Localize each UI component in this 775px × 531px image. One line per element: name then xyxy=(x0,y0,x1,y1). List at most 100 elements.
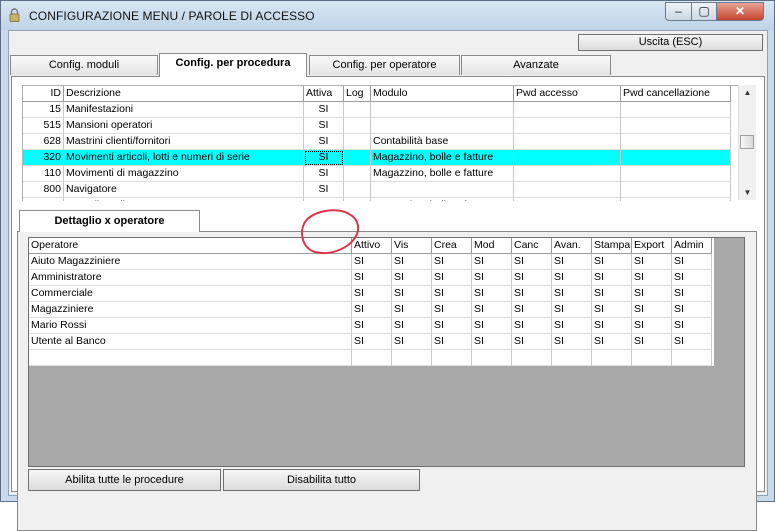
column-header-id[interactable]: ID xyxy=(23,86,64,102)
cell-descrizione[interactable]: Movimenti articoli, lotti e numeri di se… xyxy=(64,150,304,166)
cell-export[interactable]: SI xyxy=(632,270,672,286)
cell-pwd-accesso[interactable] xyxy=(514,134,621,150)
cell-modulo[interactable]: Magazzino, bolle e fatture xyxy=(371,150,514,166)
scroll-down-icon[interactable]: ▼ xyxy=(739,185,756,200)
minimize-button[interactable]: – xyxy=(665,2,692,21)
cell-stampa[interactable]: SI xyxy=(592,286,632,302)
cell-crea[interactable]: SI xyxy=(432,270,472,286)
enable-all-procedures-button[interactable]: Abilita tutte le procedure xyxy=(28,469,221,491)
cell-mod[interactable]: SI xyxy=(472,302,512,318)
table-row[interactable]: Utente al Banco SI SI SI SI SI SI SI SI SI xyxy=(29,334,714,350)
cell-operatore[interactable]: Utente al Banco xyxy=(29,334,352,350)
cell-id[interactable]: 110 xyxy=(23,166,64,182)
table-row[interactable]: Commerciale SI SI SI SI SI SI SI SI SI xyxy=(29,286,714,302)
title-bar[interactable]: CONFIGURAZIONE MENU / PAROLE DI ACCESSO … xyxy=(1,1,774,30)
cell-attivo[interactable]: SI xyxy=(352,286,392,302)
cell-pwd-accesso[interactable] xyxy=(514,118,621,134)
cell-operatore[interactable]: Aiuto Magazziniere xyxy=(29,254,352,270)
column-header-modulo[interactable]: Modulo xyxy=(371,86,514,102)
column-header-export[interactable]: Export xyxy=(632,238,672,254)
column-header-mod[interactable]: Mod xyxy=(472,238,512,254)
cell-log[interactable] xyxy=(344,198,371,201)
table-row[interactable]: 628 Mastrini clienti/fornitori SI Contabili… xyxy=(23,134,738,150)
column-header-attiva[interactable]: Attiva xyxy=(304,86,344,102)
cell-pwd-accesso[interactable] xyxy=(514,182,621,198)
operators-grid[interactable]: Operatore Attivo Vis Crea Mod Canc Avan.… xyxy=(29,238,714,366)
column-header-canc[interactable]: Canc xyxy=(512,238,552,254)
cell-vis[interactable]: SI xyxy=(392,334,432,350)
cell-descrizione[interactable]: Mastrini clienti/fornitori xyxy=(64,134,304,150)
cell-operatore[interactable]: Amministratore xyxy=(29,270,352,286)
table-row[interactable]: 515 Mansioni operatori SI xyxy=(23,118,738,134)
cell-admin[interactable]: SI xyxy=(672,286,712,302)
table-row[interactable]: 110 Movimenti di magazzino SI Magazzino, bo… xyxy=(23,166,738,182)
cell-stampa[interactable]: SI xyxy=(592,254,632,270)
column-header-pwd-cancellazione[interactable]: Pwd cancellazione xyxy=(621,86,731,102)
cell-log[interactable] xyxy=(344,166,371,182)
cell-crea[interactable]: SI xyxy=(432,318,472,334)
cell-pwd-cancellazione[interactable] xyxy=(621,102,731,118)
cell-pwd-accesso[interactable] xyxy=(514,102,621,118)
column-header-stampa[interactable]: Stampa xyxy=(592,238,632,254)
cell-avan[interactable]: SI xyxy=(552,254,592,270)
cell-operatore[interactable] xyxy=(29,350,352,366)
cell-export[interactable]: SI xyxy=(632,254,672,270)
cell-log[interactable] xyxy=(344,150,371,166)
cell-canc[interactable]: SI xyxy=(512,302,552,318)
procedures-scrollbar[interactable]: ▲ ▼ xyxy=(738,85,756,200)
cell-attivo[interactable]: SI xyxy=(352,334,392,350)
cell-attiva[interactable]: SI xyxy=(304,150,344,166)
cell-modulo[interactable]: Magazzino, bolle e fatture xyxy=(371,166,514,182)
cell-crea[interactable]: SI xyxy=(432,254,472,270)
procedures-grid[interactable]: ID Descrizione Attiva Log Modulo Pwd acc… xyxy=(22,85,738,201)
cell-vis[interactable]: SI xyxy=(392,318,432,334)
cell-descrizione[interactable]: Note di credito xyxy=(64,198,304,201)
cell-crea[interactable]: SI xyxy=(432,286,472,302)
column-header-crea[interactable]: Crea xyxy=(432,238,472,254)
cell-modulo[interactable] xyxy=(371,118,514,134)
cell-attivo[interactable]: SI xyxy=(352,254,392,270)
cell-vis[interactable] xyxy=(392,350,432,366)
cell-export[interactable]: SI xyxy=(632,302,672,318)
cell-descrizione[interactable]: Mansioni operatori xyxy=(64,118,304,134)
column-header-pwd-accesso[interactable]: Pwd accesso xyxy=(514,86,621,102)
column-header-attivo[interactable]: Attivo xyxy=(352,238,392,254)
cell-pwd-cancellazione[interactable] xyxy=(621,198,731,201)
cell-admin[interactable]: SI xyxy=(672,318,712,334)
cell-pwd-cancellazione[interactable] xyxy=(621,118,731,134)
table-row[interactable]: Aiuto Magazziniere SI SI SI SI SI SI SI SI SI xyxy=(29,254,714,270)
table-row[interactable]: Amministratore SI SI SI SI SI SI SI SI SI xyxy=(29,270,714,286)
cell-pwd-cancellazione[interactable] xyxy=(621,182,731,198)
cell-mod[interactable]: SI xyxy=(472,286,512,302)
cell-avan[interactable] xyxy=(552,350,592,366)
cell-id[interactable]: 370 xyxy=(23,198,64,201)
cell-admin[interactable] xyxy=(672,350,712,366)
cell-export[interactable]: SI xyxy=(632,334,672,350)
cell-crea[interactable]: SI xyxy=(432,302,472,318)
table-row[interactable]: 370Note di creditoSI Magazzino, bolle e f… xyxy=(23,198,738,201)
cell-log[interactable] xyxy=(344,102,371,118)
cell-export[interactable]: SI xyxy=(632,286,672,302)
cell-avan[interactable]: SI xyxy=(552,318,592,334)
cell-vis[interactable]: SI xyxy=(392,270,432,286)
cell-id[interactable]: 800 xyxy=(23,182,64,198)
cell-operatore[interactable]: Mario Rossi xyxy=(29,318,352,334)
cell-pwd-accesso[interactable] xyxy=(514,166,621,182)
cell-pwd-cancellazione[interactable] xyxy=(621,134,731,150)
tab-config-per-procedura[interactable]: Config. per procedura xyxy=(159,53,307,77)
cell-pwd-accesso[interactable] xyxy=(514,150,621,166)
cell-vis[interactable]: SI xyxy=(392,302,432,318)
cell-crea[interactable]: SI xyxy=(432,334,472,350)
scroll-up-icon[interactable]: ▲ xyxy=(739,85,756,100)
table-row[interactable]: Mario Rossi SI SI SI SI SI SI SI SI SI xyxy=(29,318,714,334)
cell-id[interactable]: 15 xyxy=(23,102,64,118)
cell-admin[interactable]: SI xyxy=(672,270,712,286)
cell-avan[interactable]: SI xyxy=(552,334,592,350)
cell-canc[interactable]: SI xyxy=(512,334,552,350)
cell-pwd-cancellazione[interactable] xyxy=(621,150,731,166)
cell-attiva[interactable]: SI xyxy=(304,198,344,201)
empty-row[interactable] xyxy=(29,350,714,366)
maximize-button[interactable]: ▢ xyxy=(691,2,717,21)
cell-attiva[interactable]: SI xyxy=(304,118,344,134)
cell-vis[interactable]: SI xyxy=(392,286,432,302)
